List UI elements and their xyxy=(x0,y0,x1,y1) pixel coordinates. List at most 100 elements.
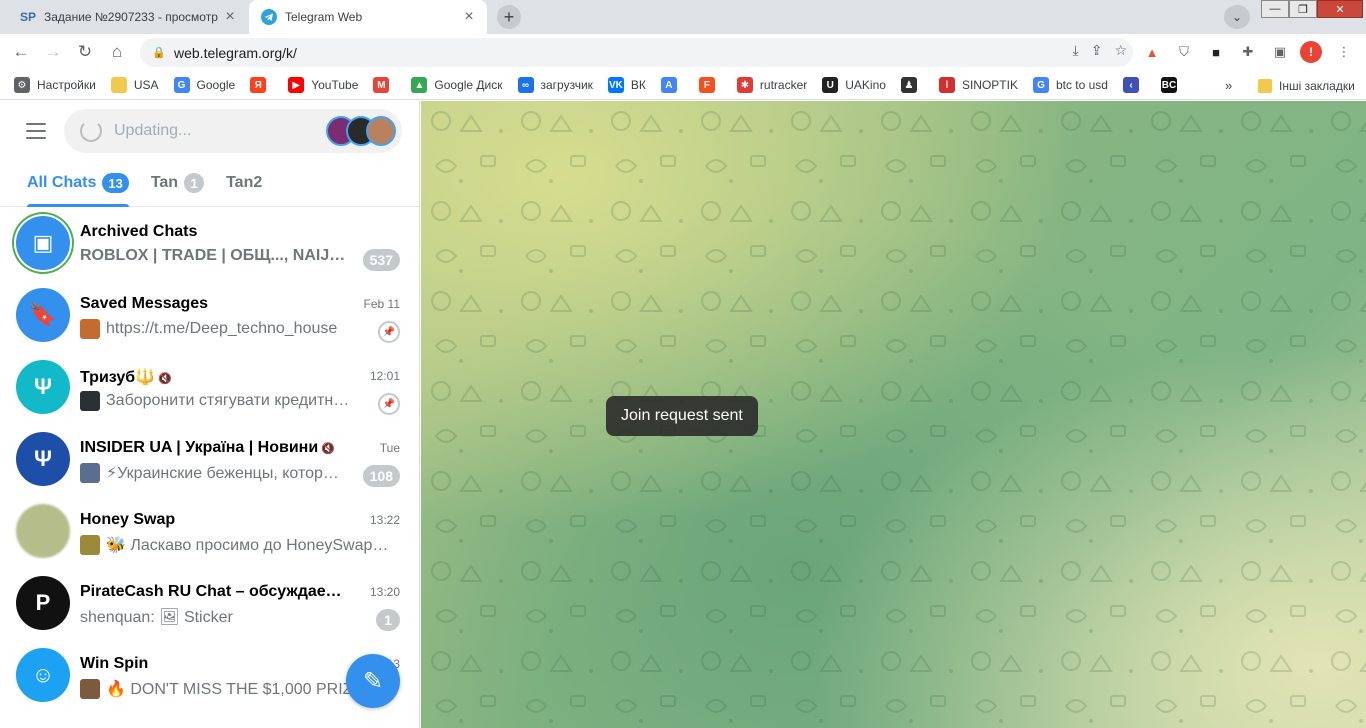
bookmark-figure[interactable]: ♟ xyxy=(900,77,924,93)
url-text[interactable]: web.telegram.org/k/ xyxy=(174,45,297,61)
chat-list-item[interactable]: Honey Swap 13:22 🐝 Ласкаво просимо до Hone… xyxy=(8,495,412,567)
bookmark-label: rutracker xyxy=(759,78,808,92)
bookmark-f[interactable]: F xyxy=(698,77,722,93)
unread-count-badge: 1 xyxy=(184,173,205,193)
reload-icon[interactable]: ↻ xyxy=(72,39,98,65)
chat-list-item[interactable]: ▣ Archived Chats ROBLOX | TRADE | ОБЩ..., … xyxy=(8,207,412,279)
hamburger-menu-icon[interactable] xyxy=(22,119,50,143)
doodle-pattern xyxy=(421,101,1366,728)
chat-title-text: Тризуб🔱 xyxy=(80,369,156,386)
share-icon[interactable]: ⇪ xyxy=(1091,42,1103,59)
bookmark-загрузчик[interactable]: ∞ загрузчик xyxy=(517,77,593,93)
bookmark-yandex[interactable]: Я xyxy=(250,77,273,93)
arrow-icon: ‹ xyxy=(1122,77,1139,93)
bookmark-google-диск[interactable]: ▲ Google Диск xyxy=(411,77,503,93)
minimize-window-button[interactable]: — xyxy=(1261,0,1289,18)
story-avatar[interactable] xyxy=(366,116,396,146)
close-window-button[interactable]: ✕ xyxy=(1317,0,1363,18)
tab-search-icon[interactable]: ⌄ xyxy=(1224,5,1250,29)
chat-title: Archived Chats xyxy=(80,223,197,241)
fire-extension-icon[interactable]: ▲ xyxy=(1141,41,1163,63)
lock-icon[interactable]: 🔒 xyxy=(152,46,170,59)
folder-label: Tan2 xyxy=(226,174,263,191)
bookmark-rutracker[interactable]: ✱ rutracker xyxy=(736,77,808,93)
folder-tab-all-chats[interactable]: All Chats 13 xyxy=(16,159,140,207)
bookmark-btc-to-usd[interactable]: Gbtc to usd xyxy=(1032,77,1108,93)
chat-title: Тризуб🔱 🔇 xyxy=(80,367,172,387)
sp-favicon-icon: SP xyxy=(20,10,37,24)
uakino-icon: U xyxy=(822,77,839,93)
bookmark-label: ВК xyxy=(630,78,646,92)
ukraine-emblem-icon: Ψ xyxy=(16,432,70,486)
home-icon[interactable]: ⌂ xyxy=(104,39,130,65)
chat-title-text: INSIDER UA | Україна | Новини xyxy=(80,439,319,456)
chat-list-item[interactable]: 🔖 Saved Messages Feb 11 https://t.me/Deep_t… xyxy=(8,279,412,351)
bookmark-arrow[interactable]: ‹ xyxy=(1122,77,1146,93)
chat-last-message: ⚡Украинские беженцы, котор… xyxy=(80,463,339,483)
bookmark-вк[interactable]: VK ВК xyxy=(607,77,646,93)
chat-title: Win Spin xyxy=(80,655,148,673)
translate-icon: A xyxy=(660,77,677,93)
tab-telegram-web[interactable]: Telegram Web × xyxy=(249,0,487,34)
chat-list-item[interactable]: Ψ INSIDER UA | Україна | Новини 🔇 Tue ⚡Украи… xyxy=(8,423,412,495)
forward-icon[interactable]: → xyxy=(40,39,66,65)
f-icon: F xyxy=(698,77,715,93)
other-bookmarks-folder[interactable]: Інші закладки xyxy=(1258,71,1355,100)
bookmark-star-icon[interactable]: ☆ xyxy=(1114,42,1127,59)
thermometer-icon: ǀ xyxy=(938,77,955,93)
pencil-icon: ✎ xyxy=(362,667,384,695)
bookmark-icon: 🔖 xyxy=(16,288,70,342)
bookmark-настройки[interactable]: ⚙ Настройки xyxy=(14,77,96,93)
figure-icon: ♟ xyxy=(900,77,917,93)
tab-strip: SP Задание №2907233 - просмотр × Telegra… xyxy=(0,0,1366,34)
close-tab-icon[interactable]: × xyxy=(220,7,240,27)
bookmark-translate[interactable]: A xyxy=(660,77,684,93)
bookmark-google[interactable]: G Google xyxy=(173,77,235,93)
side-panel-icon[interactable]: ▣ xyxy=(1269,41,1291,63)
chrome-menu-icon[interactable]: ⋮ xyxy=(1333,41,1355,63)
bookmark-bc[interactable]: BC xyxy=(1160,77,1184,93)
ublock-extension-icon[interactable]: ⛉ xyxy=(1173,41,1195,63)
chat-time: 13:20 xyxy=(369,585,400,599)
folder-tab-tan2[interactable]: Tan2 xyxy=(215,159,273,207)
tab-title: Задание №2907233 - просмотр xyxy=(44,10,218,24)
chat-last-message: 🔥 DON'T MISS THE $1,000 PRIZES xyxy=(80,679,374,699)
chat-list-item[interactable]: P PirateCash RU Chat – обсуждаем …🔇 13:20 s… xyxy=(8,567,412,639)
chat-time: Feb 11 xyxy=(363,297,400,311)
back-icon[interactable]: ← xyxy=(8,39,34,65)
new-tab-button[interactable]: + xyxy=(497,5,521,29)
bookmarks-overflow-button[interactable]: » xyxy=(1225,71,1232,100)
chat-title-text: Win Spin xyxy=(80,655,149,672)
install-app-icon[interactable]: ⤓ xyxy=(1073,42,1079,59)
gmail-icon: M xyxy=(373,77,390,93)
sidebar-header: Updating... xyxy=(0,101,419,159)
chat-list-item[interactable]: Ψ Тризуб🔱 🔇 12:01 Заборонити стягувати креди… xyxy=(8,351,412,423)
close-tab-icon[interactable]: × xyxy=(459,7,479,27)
chat-title-text: Saved Messages xyxy=(80,295,209,312)
chat-title-text: PirateCash RU Chat – обсуждаем … xyxy=(80,583,342,600)
telegram-app: Updating... All Chats 13 Tan 1 Tan2 ▣ Archive… xyxy=(0,101,1366,728)
search-input[interactable]: Updating... xyxy=(64,109,402,153)
last-message-text: https://t.me/Deep_techno_house xyxy=(106,320,338,337)
address-bar[interactable]: 🔒 web.telegram.org/k/ ⤓ ⇪ ☆ xyxy=(140,38,1133,67)
tab-zadanie[interactable]: SP Задание №2907233 - просмотр × xyxy=(8,0,248,34)
unread-count-badge: 108 xyxy=(362,465,400,487)
telegram-icon xyxy=(261,9,277,25)
bookmark-sinoptik[interactable]: ǀ SINOPTIK xyxy=(938,77,1018,93)
bookmark-gmail[interactable]: M xyxy=(373,77,396,93)
extensions-puzzle-icon[interactable]: ✚ xyxy=(1237,41,1259,63)
extension-icon[interactable]: ■ xyxy=(1205,41,1227,63)
folder-tab-tan[interactable]: Tan 1 xyxy=(140,159,215,207)
maximize-window-button[interactable]: ❐ xyxy=(1289,0,1317,18)
bookmark-uakino[interactable]: U UAKino xyxy=(822,77,886,93)
tab-title: Telegram Web xyxy=(285,10,363,24)
compose-button[interactable]: ✎ xyxy=(346,654,400,708)
chat-last-message: 🐝 Ласкаво просимо до HoneySwap! … xyxy=(80,535,390,555)
bookmark-youtube[interactable]: ▶ YouTube xyxy=(288,77,358,93)
unread-count-badge: 1 xyxy=(376,609,400,631)
stories-avatars[interactable] xyxy=(326,116,396,146)
profile-avatar[interactable]: ! xyxy=(1300,41,1322,63)
bookmark-usa[interactable]: USA xyxy=(110,77,159,93)
gear-icon: ⚙ xyxy=(14,77,30,93)
message-thumbnail xyxy=(80,535,100,555)
